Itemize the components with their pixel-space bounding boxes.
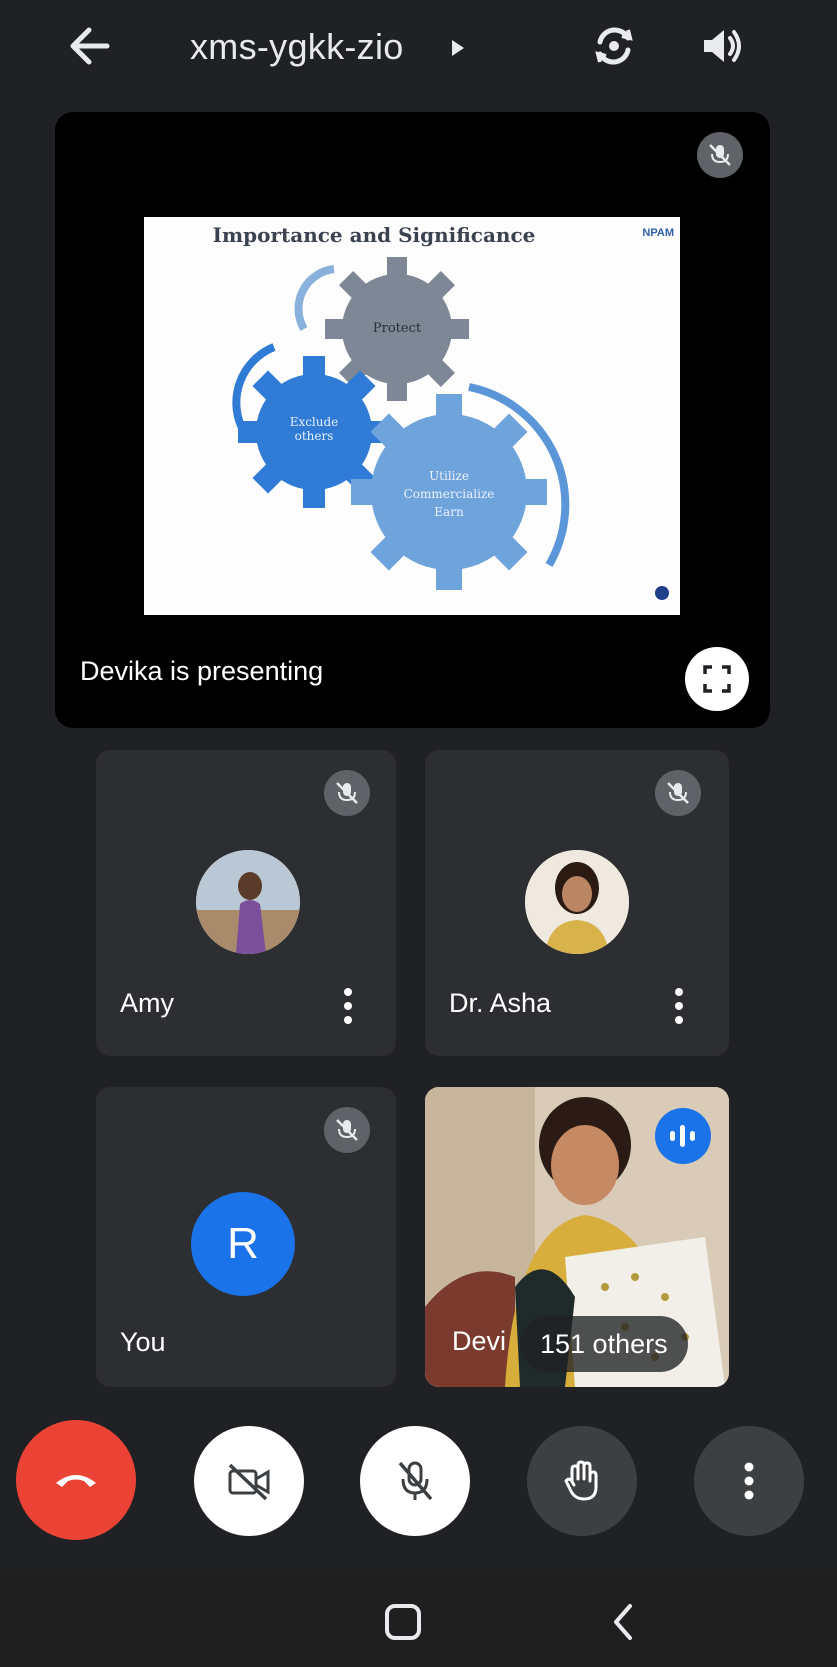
caret-right-icon[interactable] [452,40,464,56]
muted-badge [655,770,701,816]
system-nav-bar [0,1570,837,1667]
mic-off-icon [709,144,731,166]
participant-tile-dr-asha[interactable]: Dr. Asha [425,750,729,1056]
hand-icon [564,1460,598,1501]
presenting-label: Devika is presenting [80,656,324,686]
meeting-code[interactable]: xms-ygkk-zio [190,26,404,68]
participant-name: Dr. Asha [449,988,552,1018]
participant-tile-you[interactable]: R You [96,1087,396,1387]
mic-off-icon [667,782,689,804]
fullscreen-icon [703,665,731,693]
speaker-icon [704,30,741,62]
avatar-initial: R [191,1192,295,1296]
gears-diagram [232,257,669,600]
mic-toggle-button[interactable] [360,1426,470,1536]
muted-badge [324,770,370,816]
switch-camera-icon [595,27,633,65]
back-nav-icon[interactable] [610,1602,634,1642]
fullscreen-button[interactable] [685,647,749,711]
others-count-pill[interactable]: 151 others [520,1316,688,1372]
mic-off-icon [336,782,358,804]
gear-label-protect: Protect [372,321,422,336]
home-icon[interactable] [385,1604,421,1640]
more-options-button[interactable] [669,982,689,1030]
camera-off-icon [228,1463,270,1501]
gear-label-utilize: Utilize Commercialize Earn [403,469,495,519]
participant-name: You [120,1327,166,1357]
back-button[interactable] [66,22,114,70]
more-vert-icon [744,1462,754,1500]
audio-level-icon [670,1125,695,1147]
muted-badge [324,1107,370,1153]
raise-hand-button[interactable] [527,1426,637,1536]
arrow-left-icon [70,27,110,65]
camera-toggle-button[interactable] [194,1426,304,1536]
active-speaker-name: Devi [452,1326,507,1356]
avatar [196,850,300,954]
mic-off-icon [398,1461,433,1501]
end-call-button[interactable] [16,1420,136,1540]
participant-name: Amy [120,988,174,1018]
gear-label-exclude: Exclude others [289,415,339,443]
switch-camera-button[interactable] [586,18,642,74]
top-bar: xms-ygkk-zio [0,0,837,100]
presentation-tile[interactable]: Importance and Significance NPAM Protect… [55,112,770,728]
shared-slide: Importance and Significance NPAM Protect… [144,217,680,615]
avatar-photo [196,850,300,954]
mic-off-icon [336,1119,358,1141]
call-controls [0,1420,837,1570]
audio-output-button[interactable] [695,18,751,74]
avatar-photo [525,850,629,954]
more-options-button[interactable] [338,982,358,1030]
presenter-muted-badge [697,132,743,178]
phone-hangup-icon [56,1475,96,1487]
speaking-indicator [655,1108,711,1164]
avatar [525,850,629,954]
more-options-button[interactable] [694,1426,804,1536]
participant-tile-amy[interactable]: Amy [96,750,396,1056]
